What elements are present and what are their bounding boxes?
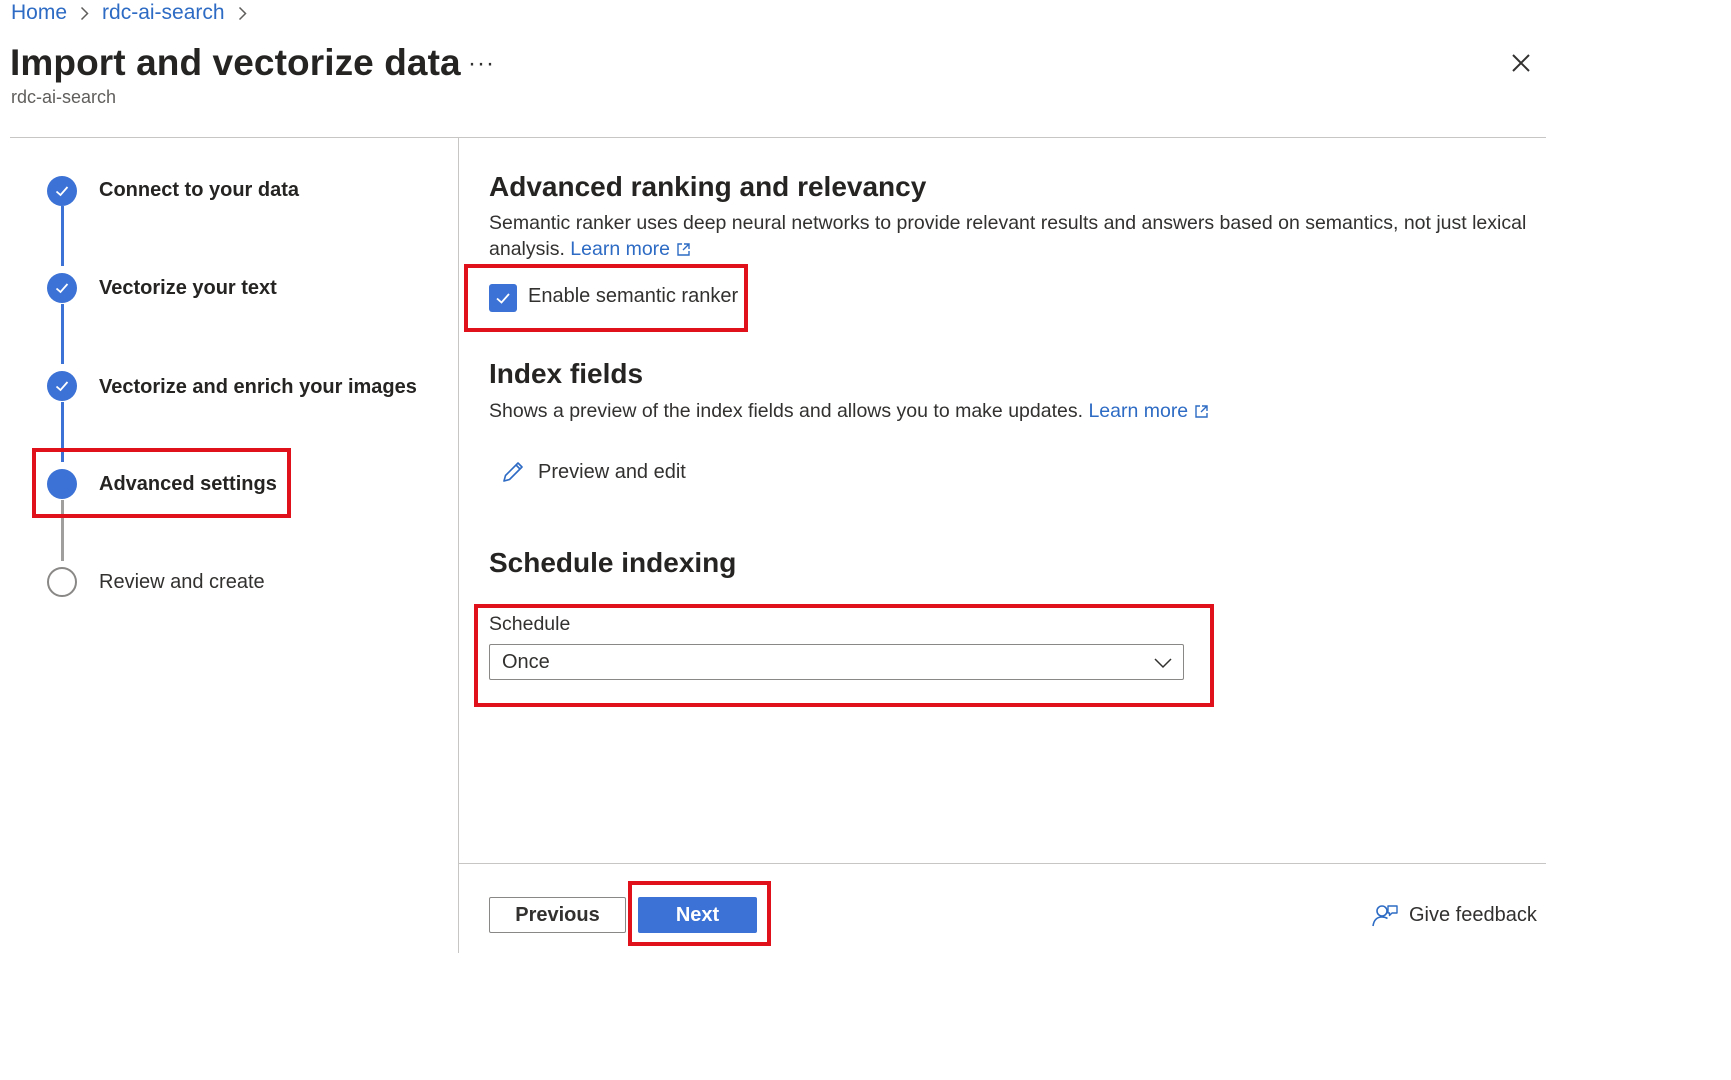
chevron-down-icon bbox=[1154, 658, 1172, 669]
page-title: Import and vectorize data bbox=[10, 42, 461, 83]
step-advanced-settings[interactable]: Advanced settings bbox=[99, 473, 277, 496]
breadcrumb-home-link[interactable]: Home bbox=[11, 1, 67, 25]
chevron-right-icon bbox=[238, 6, 247, 21]
step-vectorize-images[interactable]: Vectorize and enrich your images bbox=[99, 376, 417, 399]
step-connector bbox=[61, 206, 64, 266]
index-fields-heading: Index fields bbox=[489, 358, 644, 389]
index-fields-description: Shows a preview of the index fields and … bbox=[489, 398, 1209, 424]
step-pending-icon bbox=[47, 567, 77, 597]
step-connect-data[interactable]: Connect to your data bbox=[99, 179, 299, 202]
schedule-field-label: Schedule bbox=[489, 613, 571, 635]
index-fields-learn-more-link[interactable]: Learn more bbox=[1088, 400, 1209, 422]
close-button[interactable] bbox=[1506, 48, 1536, 78]
checkmark-icon bbox=[496, 293, 510, 304]
next-button[interactable]: Next bbox=[638, 897, 757, 933]
preview-edit-button[interactable]: Preview and edit bbox=[500, 459, 686, 485]
step-completed-icon bbox=[47, 371, 77, 401]
pencil-icon bbox=[503, 462, 523, 482]
step-completed-icon bbox=[47, 176, 77, 206]
step-connector bbox=[61, 402, 64, 462]
step-review-create[interactable]: Review and create bbox=[99, 571, 265, 594]
external-link-icon bbox=[1195, 405, 1208, 418]
ranking-description: Semantic ranker uses deep neural network… bbox=[489, 210, 1529, 262]
more-options-button[interactable]: ··· bbox=[468, 50, 495, 78]
semantic-ranker-checkbox[interactable] bbox=[489, 284, 517, 312]
learn-more-label: Learn more bbox=[1088, 400, 1189, 422]
step-completed-icon bbox=[47, 273, 77, 303]
footer-divider bbox=[459, 863, 1546, 864]
stepper-divider bbox=[458, 138, 459, 953]
preview-edit-label: Preview and edit bbox=[538, 460, 686, 483]
close-icon bbox=[1512, 54, 1530, 72]
page-subtitle: rdc-ai-search bbox=[11, 87, 117, 107]
header-divider bbox=[10, 137, 1546, 138]
step-current-icon bbox=[47, 469, 77, 499]
previous-button[interactable]: Previous bbox=[489, 897, 626, 933]
give-feedback-button[interactable]: Give feedback bbox=[1371, 901, 1537, 929]
schedule-dropdown-value: Once bbox=[502, 651, 550, 673]
ranking-learn-more-link[interactable]: Learn more bbox=[570, 238, 691, 260]
step-connector bbox=[61, 500, 64, 561]
step-connector bbox=[61, 304, 64, 364]
step-vectorize-text[interactable]: Vectorize your text bbox=[99, 277, 277, 300]
semantic-ranker-label: Enable semantic ranker bbox=[528, 285, 739, 307]
ranking-heading: Advanced ranking and relevancy bbox=[489, 171, 927, 202]
chevron-right-icon bbox=[80, 6, 89, 21]
learn-more-label: Learn more bbox=[570, 238, 671, 260]
index-fields-description-text: Shows a preview of the index fields and … bbox=[489, 400, 1084, 422]
external-link-icon bbox=[677, 243, 690, 256]
breadcrumb: Home rdc-ai-search bbox=[11, 0, 260, 26]
schedule-dropdown[interactable]: Once bbox=[489, 644, 1184, 680]
give-feedback-label: Give feedback bbox=[1409, 903, 1537, 926]
schedule-heading: Schedule indexing bbox=[489, 547, 737, 578]
feedback-icon bbox=[1372, 905, 1398, 927]
breadcrumb-resource-link[interactable]: rdc-ai-search bbox=[102, 1, 225, 25]
